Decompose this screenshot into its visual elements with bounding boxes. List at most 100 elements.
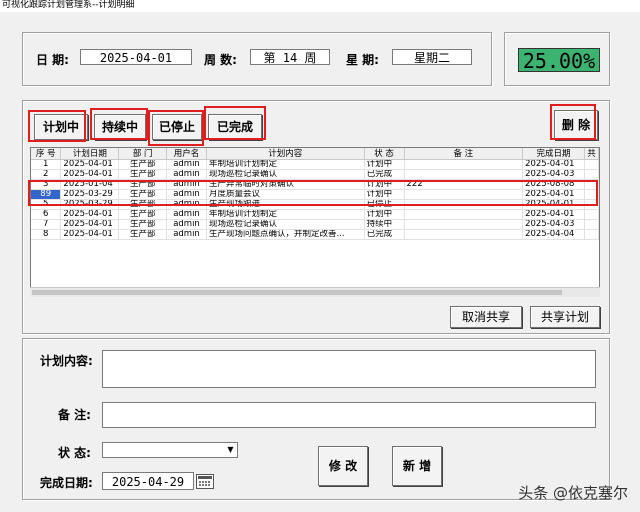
cell-status: 已停止 [364,199,405,210]
table-row[interactable]: 2 2025-04-01 生产部 admin 现场巡检记录确认 已完成 2025… [31,169,599,180]
cell-department: 生产部 [118,169,168,180]
cell-remark [404,159,524,170]
calendar-icon-graphic [198,476,212,486]
cell-plan-date: 2025-04-01 [60,209,120,220]
cell-shared [584,209,599,220]
cell-plan-date: 2025-04-01 [60,219,120,230]
cell-content: 现场巡检记录确认 [206,169,365,180]
cell-index[interactable]: 89 [31,189,62,200]
table-row[interactable]: 8 2025-04-01 生产部 admin 生产现场问题点确认，并制定改善..… [31,229,599,240]
cell-user: admin [166,209,207,220]
finish-date-field[interactable]: 2025-04-29 [102,472,194,490]
cell-index: 6 [31,209,62,220]
cell-shared [584,179,599,190]
weekday-field[interactable]: 星期二 [392,49,472,65]
window-title: 可视化跟踪计划管理系--计划明细 [0,0,640,12]
cell-shared [584,189,599,200]
cell-user: admin [166,169,207,180]
delete-button[interactable]: 删 除 [554,110,598,140]
cell-plan-date: 2025-03-29 [60,189,120,200]
cell-plan-date: 2025-04-01 [60,169,120,180]
weekday-label: 星 期: [346,53,379,67]
col-header-plan-date[interactable]: 计划日期 [60,148,120,160]
add-button[interactable]: 新 增 [392,446,442,486]
filter-stopped-button[interactable]: 已停止 [152,114,202,140]
date-label: 日 期: [36,53,69,67]
cell-user: admin [166,179,207,190]
cell-department: 生产部 [118,209,168,220]
table-row[interactable]: 3 2025-01-04 生产部 admin 生产异常临时对策确认 计划中 22… [31,179,599,190]
modify-button[interactable]: 修 改 [318,446,368,486]
plan-table[interactable]: 序 号 计划日期 部 门 用户名 计划内容 状 态 备 注 完成日期 共 1 2… [30,147,600,297]
col-header-shared[interactable]: 共 [584,148,599,160]
cell-content: 年制培训计划制定 [206,209,365,220]
cell-plan-date: 2025-04-01 [60,229,120,240]
cell-index: 3 [31,179,62,190]
cell-shared [584,199,599,210]
cell-plan-date: 2025-03-29 [60,199,120,210]
content-label: 计划内容: [40,354,93,368]
cell-remark [404,199,524,210]
cell-index: 2 [31,169,62,180]
week-field[interactable]: 第 14 周 [250,49,330,65]
table-horizontal-scrollbar[interactable] [30,287,600,297]
col-header-remark[interactable]: 备 注 [404,148,524,160]
table-row[interactable]: 89 2025-03-29 生产部 admin 月度质量会议 计划中 2025-… [31,189,599,200]
cell-department: 生产部 [118,179,168,190]
col-header-user[interactable]: 用户名 [166,148,207,160]
date-field[interactable]: 2025-04-01 [80,49,192,65]
col-header-status[interactable]: 状 态 [364,148,405,160]
cell-status: 持续中 [364,219,405,230]
cell-shared [584,169,599,180]
content-input[interactable] [102,350,596,388]
cell-index: 8 [31,229,62,240]
cell-finish-date: 2025-04-03 [522,169,585,180]
cancel-share-button[interactable]: 取消共享 [450,306,522,328]
cell-user: admin [166,229,207,240]
cell-department: 生产部 [118,229,168,240]
cell-index: 7 [31,219,62,230]
cell-content: 生产现场跟进 [206,199,365,210]
cell-status: 已完成 [364,229,405,240]
col-header-finish-date[interactable]: 完成日期 [522,148,585,160]
cell-remark [404,209,524,220]
table-row[interactable]: 7 2025-04-01 生产部 admin 现场巡检记录确认 持续中 2025… [31,219,599,230]
calendar-icon[interactable] [196,474,214,489]
cell-index: 1 [31,159,62,170]
filter-ongoing-button[interactable]: 持续中 [94,114,146,140]
table-row[interactable]: 6 2025-04-01 生产部 admin 年制培训计划制定 计划中 2025… [31,209,599,220]
cell-index: 5 [31,199,62,210]
finish-date-label: 完成日期: [40,476,93,490]
cell-finish-date: 2025-04-04 [522,229,585,240]
cell-content: 生产现场问题点确认，并制定改善... [206,229,365,240]
week-label: 周 数: [204,53,237,67]
cell-status: 计划中 [364,179,405,190]
cell-finish-date: 2025-04-01 [522,199,585,210]
scrollbar-thumb[interactable] [32,290,562,295]
status-select[interactable]: ▼ [102,442,238,458]
table-header-row: 序 号 计划日期 部 门 用户名 计划内容 状 态 备 注 完成日期 共 [31,148,599,160]
cell-finish-date: 2025-08-08 [522,179,585,190]
col-header-index[interactable]: 序 号 [31,148,62,160]
completion-percent: 25.00% [518,48,600,73]
chevron-down-icon[interactable]: ▼ [224,443,237,457]
col-header-content[interactable]: 计划内容 [206,148,365,160]
cell-department: 生产部 [118,199,168,210]
cell-user: admin [166,189,207,200]
cell-status: 计划中 [364,159,405,170]
filter-planning-button[interactable]: 计划中 [34,114,88,140]
cell-department: 生产部 [118,219,168,230]
table-row[interactable]: 1 2025-04-01 生产部 admin 年制培训计划制定 计划中 2025… [31,159,599,170]
filter-done-button[interactable]: 已完成 [208,114,262,140]
share-plan-button[interactable]: 共享计划 [530,306,600,328]
col-header-department[interactable]: 部 门 [118,148,168,160]
cell-status: 计划中 [364,209,405,220]
cell-user: admin [166,199,207,210]
table-row[interactable]: 5 2025-03-29 生产部 admin 生产现场跟进 已停止 2025-0… [31,199,599,210]
cell-department: 生产部 [118,189,168,200]
cell-status: 已完成 [364,169,405,180]
remark-input[interactable] [102,402,596,428]
cell-remark [404,189,524,200]
cell-finish-date: 2025-04-01 [522,189,585,200]
cell-user: admin [166,159,207,170]
